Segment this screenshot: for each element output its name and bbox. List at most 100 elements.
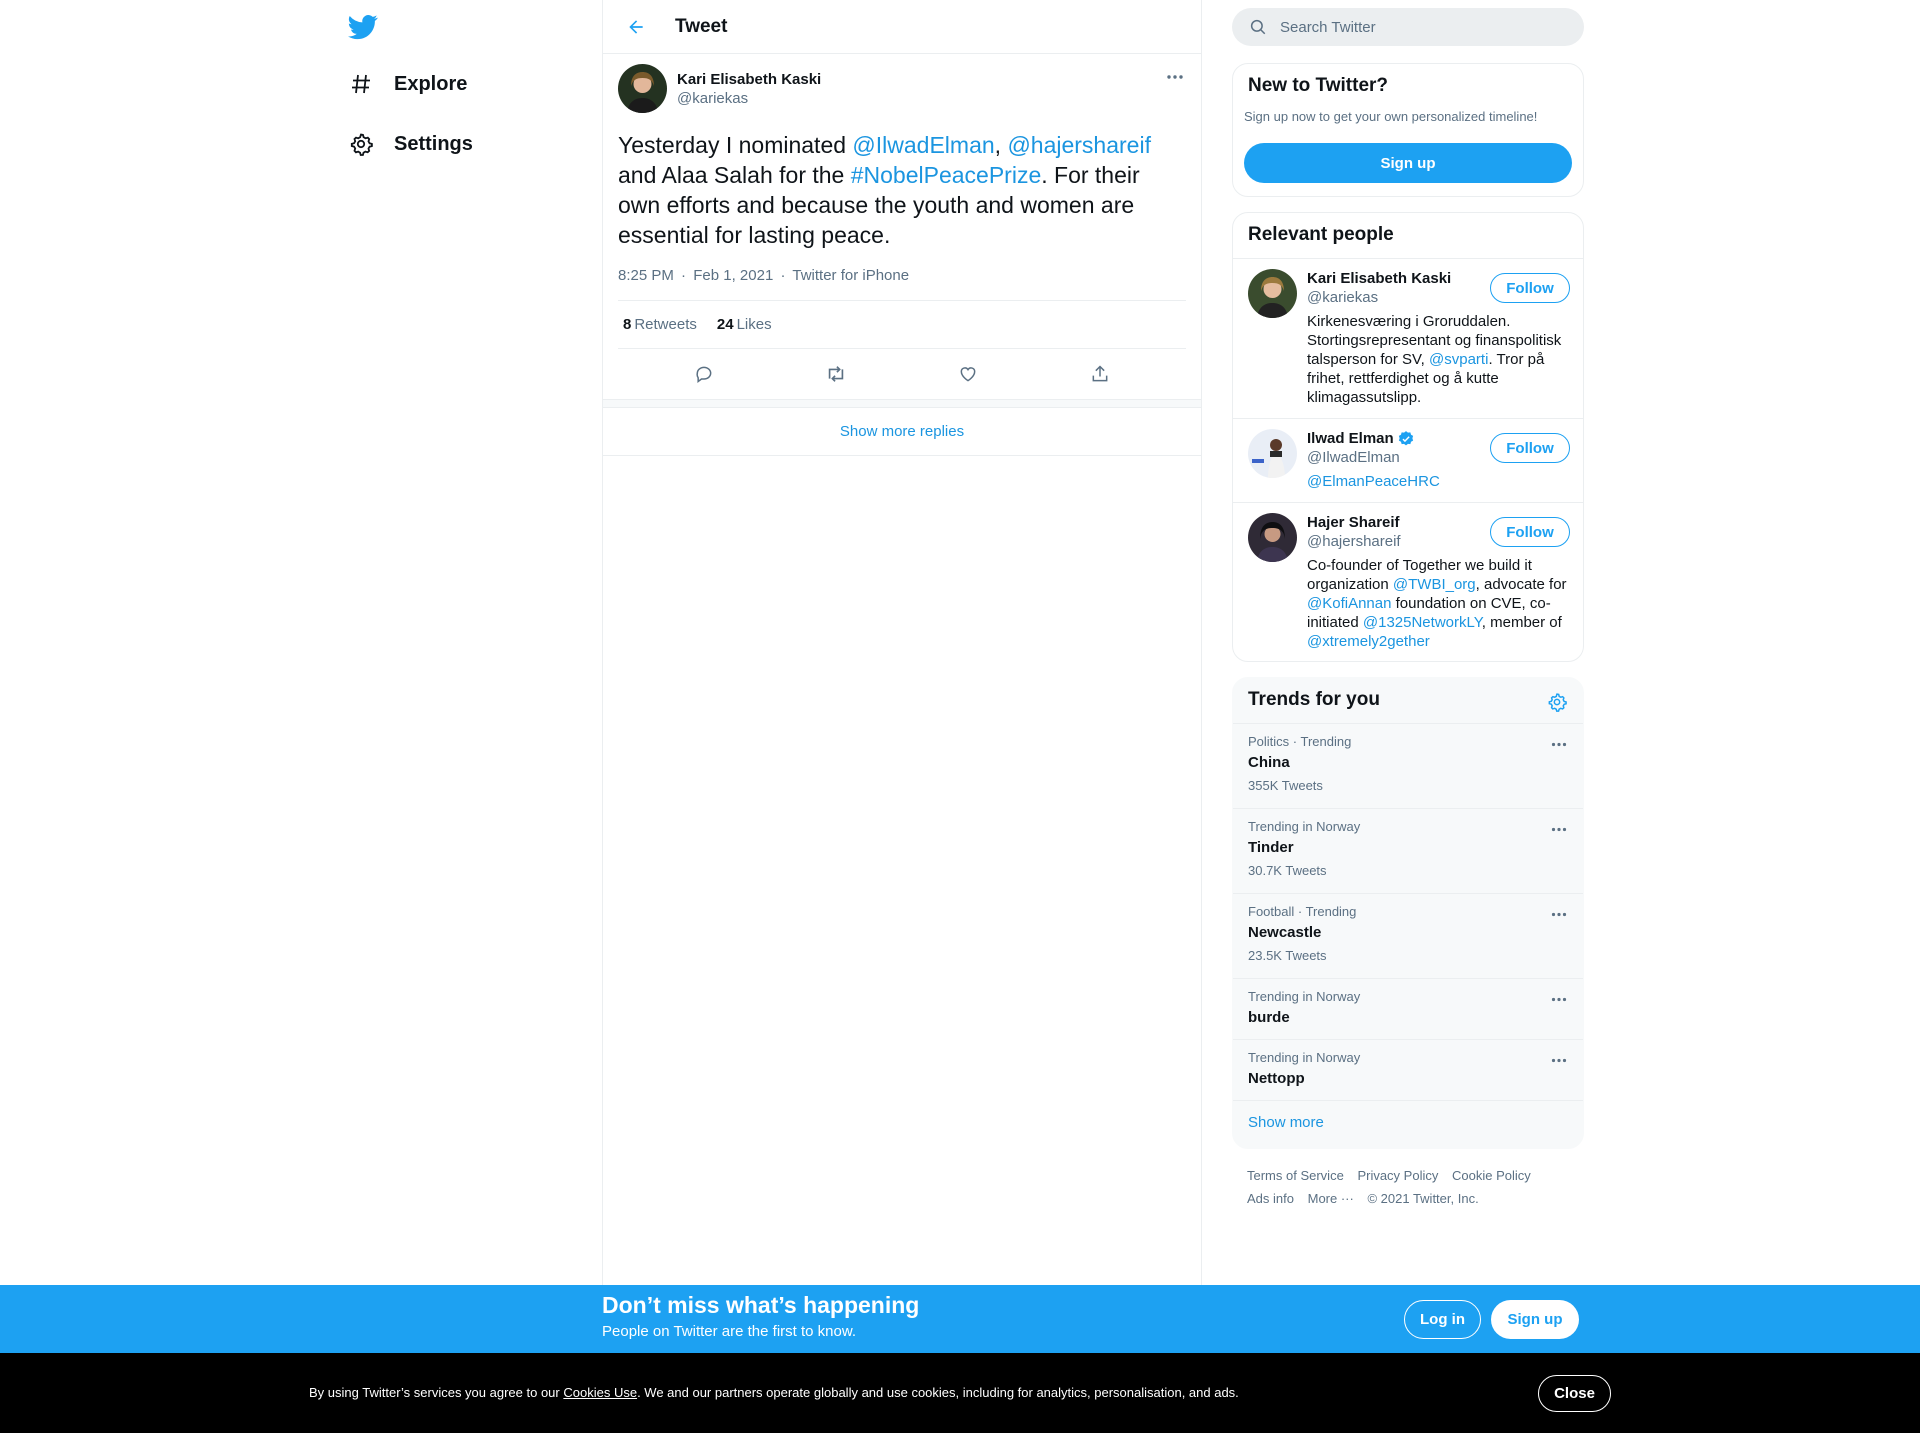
- tweet: Kari Elisabeth Kaski @kariekas Yesterday…: [603, 54, 1201, 408]
- new-to-twitter-subtitle: Sign up now to get your own personalized…: [1244, 109, 1538, 124]
- share-icon: [1092, 365, 1108, 382]
- show-more-replies-link[interactable]: Show more replies: [603, 408, 1201, 456]
- search-bar[interactable]: [1232, 8, 1584, 46]
- search-icon: [1248, 17, 1268, 37]
- likes-count: 24: [716, 316, 734, 333]
- mention-link[interactable]: @ElmanPeaceHRC: [1307, 473, 1440, 490]
- tweet-stats: 8 Retweets 24 Likes: [618, 301, 1186, 349]
- nav-settings[interactable]: Settings: [348, 119, 473, 169]
- trend-name: China: [1248, 754, 1290, 771]
- author-handle[interactable]: @kariekas: [677, 89, 821, 108]
- cookie-policy-link[interactable]: Cookie Policy: [1452, 1168, 1531, 1183]
- trend-more-button[interactable]: [1547, 819, 1571, 839]
- cookie-bar: By using Twitter’s services you agree to…: [0, 1353, 1920, 1433]
- tweet-timestamp: 8:25 PM · Feb 1, 2021 · Twitter for iPho…: [618, 267, 1186, 301]
- trend-context: Trending in Norway: [1248, 989, 1361, 1004]
- mention-link[interactable]: @xtremely2gether: [1307, 633, 1430, 650]
- tweet-source[interactable]: Twitter for iPhone: [792, 267, 909, 284]
- trend-more-button[interactable]: [1547, 1050, 1571, 1070]
- log-in-button[interactable]: Log in: [1404, 1300, 1481, 1339]
- likes-stat[interactable]: 24 Likes: [717, 316, 772, 333]
- page-title: Tweet: [675, 15, 728, 37]
- avatar[interactable]: [1248, 513, 1297, 562]
- ellipsis-icon: [1551, 742, 1567, 746]
- main-column: Tweet Kari Elisabeth Kaski @kariekas Yes…: [602, 0, 1202, 1285]
- person-cell[interactable]: Hajer Shareif @hajershareif Co-founder o…: [1233, 503, 1583, 661]
- relevant-people-header: Relevant people: [1233, 213, 1583, 259]
- close-button[interactable]: Close: [1538, 1375, 1611, 1412]
- like-button[interactable]: [951, 357, 985, 391]
- tweet-time[interactable]: 8:25 PM: [618, 267, 674, 284]
- trend-name: Newcastle: [1248, 924, 1322, 941]
- trend-more-button[interactable]: [1547, 904, 1571, 924]
- search-input[interactable]: [1280, 18, 1560, 36]
- sign-up-button[interactable]: Sign up: [1244, 143, 1572, 183]
- new-to-twitter-card: New to Twitter? Sign up now to get your …: [1232, 63, 1584, 197]
- copyright: © 2021 Twitter, Inc.: [1367, 1191, 1479, 1206]
- trend-more-button[interactable]: [1547, 989, 1571, 1009]
- follow-button[interactable]: Follow: [1490, 517, 1570, 547]
- more-options-button[interactable]: [1163, 68, 1187, 86]
- nav-explore[interactable]: Explore: [348, 59, 467, 109]
- mention-link[interactable]: @1325NetworkLY: [1363, 614, 1482, 631]
- terms-link[interactable]: Terms of Service: [1247, 1168, 1344, 1183]
- person-cell[interactable]: Ilwad Elman @IlwadElman @ElmanPeaceHRC F…: [1233, 419, 1583, 503]
- retweets-label: Retweets: [634, 316, 697, 333]
- reply-button[interactable]: [687, 357, 721, 391]
- trend-item[interactable]: Football · Trending Newcastle 23.5K Twee…: [1233, 894, 1583, 979]
- trend-more-button[interactable]: [1547, 734, 1571, 754]
- twitter-logo-icon[interactable]: [348, 12, 378, 42]
- relevant-people-card: Relevant people Kari Elisabeth Kaski @ka…: [1232, 212, 1584, 662]
- trend-context: Politics · Trending: [1248, 734, 1352, 749]
- mention-link[interactable]: @TWBI_org: [1393, 576, 1476, 593]
- mention-link[interactable]: @hajershareif: [1007, 132, 1151, 158]
- trend-item[interactable]: Politics · Trending China 355K Tweets: [1233, 724, 1583, 809]
- heart-icon: [960, 367, 976, 382]
- person-bio: @ElmanPeaceHRC: [1307, 472, 1569, 491]
- avatar[interactable]: [1248, 269, 1297, 318]
- mention-link[interactable]: @svparti: [1429, 351, 1488, 368]
- avatar[interactable]: [618, 64, 667, 113]
- person-bio: Kirkenesværing i Groruddalen. Stortingsr…: [1307, 312, 1569, 407]
- reply-icon: [696, 366, 712, 383]
- trend-name: Tinder: [1248, 839, 1294, 856]
- mention-link[interactable]: @KofiAnnan: [1307, 595, 1391, 612]
- ads-info-link[interactable]: Ads info: [1247, 1191, 1294, 1206]
- trend-count: 23.5K Tweets: [1248, 948, 1327, 963]
- ellipsis-icon: [1167, 75, 1183, 79]
- tweet-actions: [618, 349, 1186, 399]
- show-more-trends-link[interactable]: Show more: [1248, 1114, 1324, 1131]
- trends-settings-button[interactable]: [1545, 690, 1569, 714]
- cookies-use-link[interactable]: Cookies Use: [563, 1385, 637, 1400]
- trend-item[interactable]: Trending in Norway burde: [1233, 979, 1583, 1040]
- person-name[interactable]: Ilwad Elman: [1307, 429, 1394, 448]
- trend-context: Football · Trending: [1248, 904, 1357, 919]
- hashtag-link[interactable]: #NobelPeacePrize: [851, 162, 1042, 188]
- trend-context: Trending in Norway: [1248, 819, 1361, 834]
- person-cell[interactable]: Kari Elisabeth Kaski @kariekas Kirkenesv…: [1233, 259, 1583, 419]
- nav-explore-label: Explore: [394, 72, 468, 95]
- privacy-link[interactable]: Privacy Policy: [1357, 1168, 1438, 1183]
- banner-sign-up-button[interactable]: Sign up: [1491, 1300, 1579, 1339]
- bio-text: , member of: [1481, 614, 1562, 631]
- trend-item[interactable]: Trending in Norway Tinder 30.7K Tweets: [1233, 809, 1583, 894]
- retweets-stat[interactable]: 8 Retweets: [623, 316, 697, 333]
- author-name[interactable]: Kari Elisabeth Kaski: [677, 70, 821, 89]
- separator: ·: [780, 267, 786, 284]
- more-link[interactable]: More ···: [1308, 1191, 1354, 1206]
- mention-link[interactable]: @IlwadElman: [852, 132, 994, 158]
- share-button[interactable]: [1083, 357, 1117, 391]
- avatar[interactable]: [1248, 429, 1297, 478]
- trends-card: Trends for you Politics · Trending China…: [1232, 677, 1584, 1149]
- signup-banner: Don’t miss what’s happening People on Tw…: [0, 1285, 1920, 1353]
- footer-row: Ads info More ··· © 2021 Twitter, Inc.: [1247, 1187, 1577, 1210]
- retweet-button[interactable]: [819, 357, 853, 391]
- trend-count: 30.7K Tweets: [1248, 863, 1327, 878]
- back-button[interactable]: [619, 10, 653, 44]
- trend-item[interactable]: Trending in Norway Nettopp: [1233, 1040, 1583, 1101]
- new-to-twitter-title: New to Twitter?: [1248, 75, 1389, 96]
- follow-button[interactable]: Follow: [1490, 433, 1570, 463]
- ellipsis-icon: [1551, 912, 1567, 916]
- follow-button[interactable]: Follow: [1490, 273, 1570, 303]
- tweet-date[interactable]: Feb 1, 2021: [693, 267, 773, 284]
